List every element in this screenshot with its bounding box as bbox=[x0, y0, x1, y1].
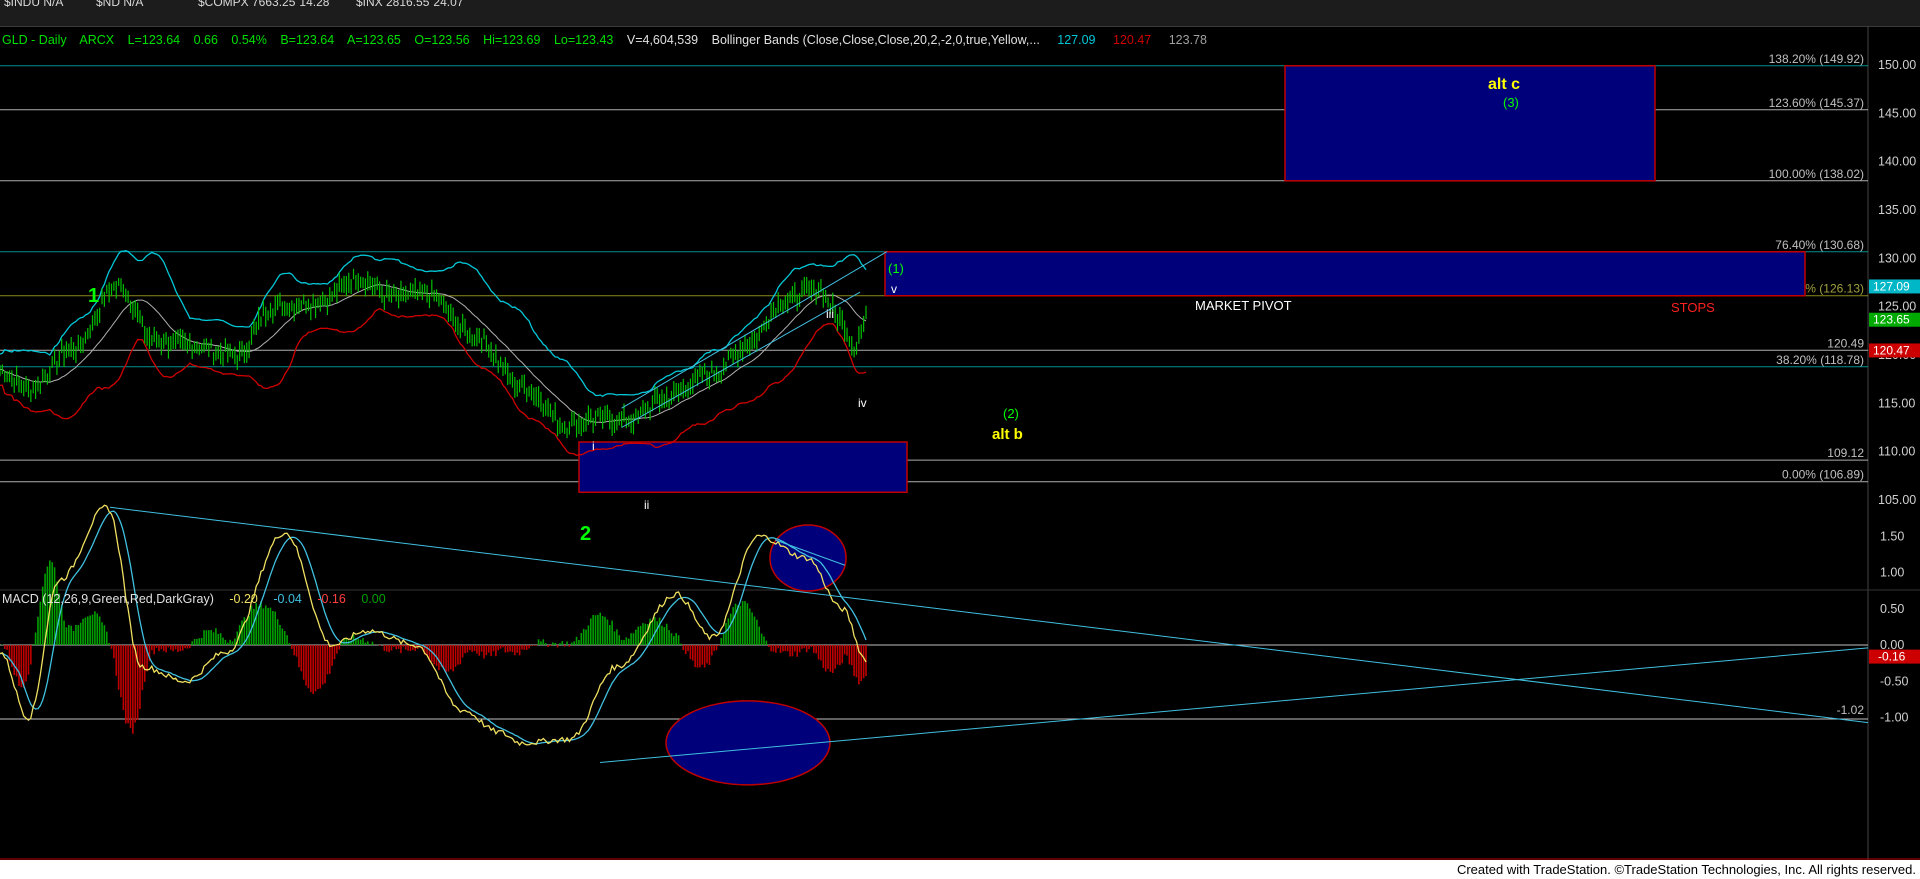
alt-c-label: alt c bbox=[1488, 76, 1520, 93]
macd-level-label: -1.02 bbox=[1837, 703, 1865, 717]
wave-label-iv: iv bbox=[858, 396, 867, 410]
fib-label-0: 138.20% (149.92) bbox=[1769, 52, 1864, 66]
price-tick-label: 145.00 bbox=[1878, 106, 1916, 120]
fib-label-2: 100.00% (138.02) bbox=[1769, 167, 1864, 181]
wave-label-1: 1 bbox=[88, 285, 99, 307]
wave-label-2-paren: (2) bbox=[1003, 406, 1019, 421]
macd-tick-label: -0.50 bbox=[1880, 674, 1909, 688]
price-tick-label: 135.00 bbox=[1878, 203, 1916, 217]
symbol-ticker-bar: $INDU N/A $ND N/A $COMPX 7663.25 14.28 $I… bbox=[0, 0, 1920, 27]
ticker-inx[interactable]: $INX 2816.55 24.07 bbox=[356, 0, 463, 9]
ticker-nd[interactable]: $ND N/A bbox=[96, 0, 147, 9]
alt-c-target-box bbox=[1284, 65, 1656, 182]
macd-tick-label: -1.00 bbox=[1880, 711, 1909, 725]
wave-label-iii: iii bbox=[826, 307, 834, 321]
ticker-compx[interactable]: $COMPX 7663.25 14.28 bbox=[198, 0, 329, 9]
wave-trendline-lower bbox=[621, 291, 861, 428]
target-zones bbox=[578, 65, 1806, 494]
chart-header: GLD - Daily ARCX L=123.64 0.66 0.54% B=1… bbox=[2, 33, 1207, 47]
wave-label-v: v bbox=[891, 282, 897, 296]
bb-lower-line bbox=[0, 307, 867, 457]
chart-canvas[interactable]: 138.20% (149.92) 123.60% (145.37) 100.00% … bbox=[0, 26, 1920, 860]
price-tick-label: 125.00 bbox=[1878, 300, 1916, 314]
wave-label-2: 2 bbox=[580, 523, 591, 545]
fib-label-7: 109.12 bbox=[1827, 446, 1864, 460]
macd-divergence-line-down bbox=[109, 506, 1869, 724]
credit-text: Created with TradeStation. ©TradeStation… bbox=[1456, 862, 1916, 877]
fib-label-5: 120.49 bbox=[1827, 336, 1864, 350]
bb-upper-line bbox=[0, 250, 867, 398]
wave-label-3-paren: (3) bbox=[1503, 95, 1519, 110]
price-tick-label: 130.00 bbox=[1878, 251, 1916, 265]
credit-bar: Created with TradeStation. ©TradeStation… bbox=[0, 860, 1920, 879]
ticker-indu[interactable]: $INDU N/A bbox=[4, 0, 67, 9]
fib-label-3: 76.40% (130.68) bbox=[1775, 238, 1864, 252]
macd-tick-label: 0.50 bbox=[1880, 602, 1904, 616]
stops-label: STOPS bbox=[1671, 300, 1715, 315]
price-axis-tag-label: 127.09 bbox=[1873, 279, 1910, 293]
macd-tick-label: 1.00 bbox=[1880, 566, 1904, 580]
fib-label-8: 0.00% (106.89) bbox=[1782, 468, 1864, 482]
macd-header: MACD (12,26,9,Green,Red,DarkGray) -0.20 … bbox=[2, 592, 386, 606]
price-axis-tag-label: 123.65 bbox=[1873, 313, 1910, 327]
alt-b-label: alt b bbox=[992, 426, 1023, 443]
wave-2-support-box bbox=[578, 441, 908, 494]
macd-low-ellipse bbox=[665, 700, 831, 786]
wave-label-1-paren: (1) bbox=[888, 261, 904, 276]
fib-label-6: 38.20% (118.78) bbox=[1776, 353, 1864, 367]
wave-label-ii: ii bbox=[644, 498, 649, 512]
market-pivot-label: MARKET PIVOT bbox=[1195, 298, 1292, 313]
price-tick-label: 105.00 bbox=[1878, 493, 1916, 507]
price-axis: 150.00 145.00 140.00 135.00 130.00 125.00 120.… bbox=[1869, 58, 1920, 725]
macd-tick-label: 1.50 bbox=[1880, 529, 1904, 543]
price-tick-label: 115.00 bbox=[1878, 396, 1915, 410]
price-tick-label: 140.00 bbox=[1878, 155, 1916, 169]
price-axis-tag-label: 120.47 bbox=[1873, 343, 1910, 357]
macd-axis-tag-label: -0.16 bbox=[1878, 650, 1906, 664]
fib-label-1: 123.60% (145.37) bbox=[1769, 96, 1864, 110]
macd-high-ellipse bbox=[769, 524, 847, 592]
wave-label-i: i bbox=[592, 439, 595, 453]
macd-divergence-line-up bbox=[599, 647, 1869, 763]
macd-panel: -1.02 bbox=[0, 504, 1869, 786]
price-tick-label: 150.00 bbox=[1878, 58, 1916, 72]
price-tick-label: 110.00 bbox=[1878, 445, 1915, 459]
market-pivot-box bbox=[884, 251, 1806, 297]
